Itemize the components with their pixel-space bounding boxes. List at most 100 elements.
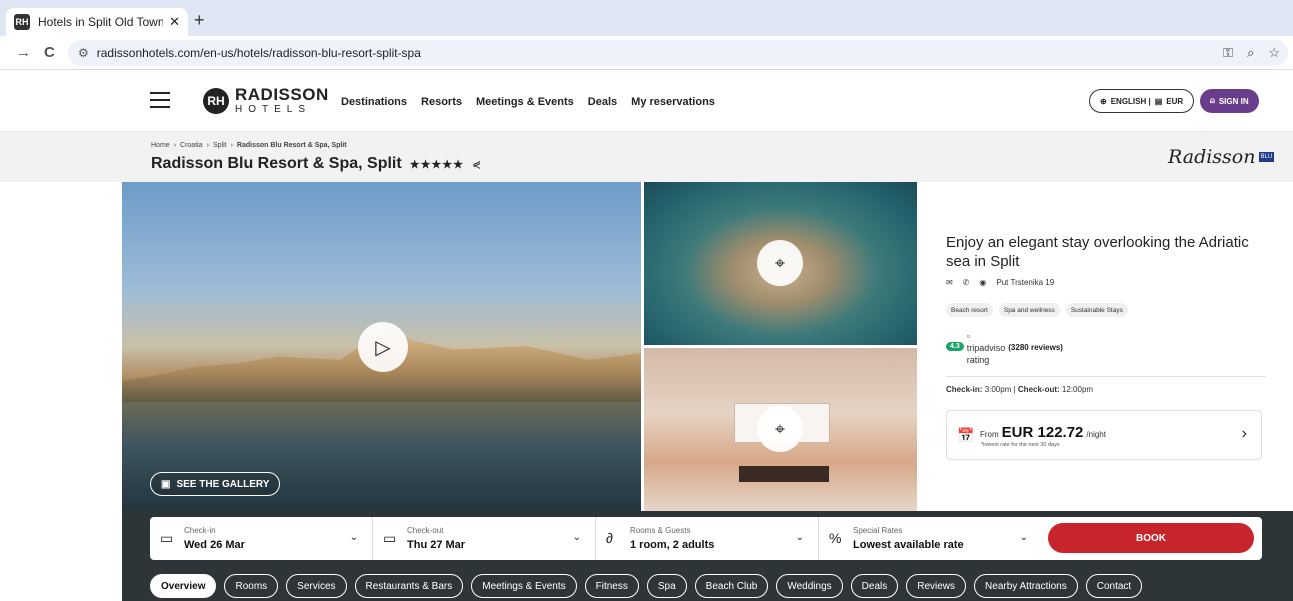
book-button[interactable]: BOOK xyxy=(1048,523,1254,553)
tab-deals[interactable]: Deals xyxy=(850,574,899,598)
chevron-down-icon[interactable]: ⌄ xyxy=(1020,532,1028,543)
globe-icon: ⊕ xyxy=(1100,96,1107,106)
chevron-right-icon[interactable]: › xyxy=(1242,425,1247,443)
virtual-tour-icon[interactable]: ⌖ xyxy=(757,240,803,286)
percent-icon: % xyxy=(829,530,842,546)
tab-restaurants-bars[interactable]: Restaurants & Bars xyxy=(354,574,464,598)
rooms-guests-field[interactable]: ∂ Rooms & Guests 1 room, 2 adults ⌄ xyxy=(596,517,819,560)
tab-contact[interactable]: Contact xyxy=(1085,574,1143,598)
tab-beach-club[interactable]: Beach Club xyxy=(694,574,769,598)
aerial-beach-photo[interactable]: ⌖ xyxy=(644,182,917,345)
crumb-separator: › xyxy=(173,142,177,149)
radisson-hotels-logo[interactable]: RH RADISSON HOTELS xyxy=(203,86,329,115)
brand-badge: BLU xyxy=(1258,152,1275,162)
reload-icon[interactable]: C xyxy=(44,44,55,61)
main-nav: Destinations Resorts Meetings & Events D… xyxy=(341,96,715,108)
favicon-icon: RH xyxy=(14,14,30,30)
email-icon[interactable]: ✉ xyxy=(946,278,953,287)
chevron-down-icon[interactable]: ⌄ xyxy=(573,532,581,543)
virtual-tour-icon[interactable]: ⌖ xyxy=(757,406,803,452)
tripadvisor-image-alt: ▫ tripadviso rating xyxy=(966,331,1006,365)
nav-my-reservations[interactable]: My reservations xyxy=(631,96,715,108)
hotel-address[interactable]: Put Trstenika 19 xyxy=(996,278,1054,287)
price-note: *lowest rate for the next 30 days xyxy=(981,442,1060,448)
contact-row: ✉ ✆ ◉ Put Trstenika 19 xyxy=(946,278,1054,287)
special-rates-label: Special Rates xyxy=(853,526,903,535)
tab-meetings-events[interactable]: Meetings & Events xyxy=(471,574,577,598)
tab-weddings[interactable]: Weddings xyxy=(776,574,843,598)
guests-icon: ∂ xyxy=(606,530,613,546)
logo-mark: RH xyxy=(203,87,229,114)
rating-score: 4.3 xyxy=(946,342,964,351)
checkout-field[interactable]: ▭ Check-out Thu 27 Mar ⌄ xyxy=(373,517,596,560)
phone-icon[interactable]: ✆ xyxy=(963,278,970,287)
nav-destinations[interactable]: Destinations xyxy=(341,96,407,108)
special-rates-value: Lowest available rate xyxy=(853,539,964,551)
crumb-home[interactable]: Home xyxy=(151,142,170,149)
calendar-icon: ▭ xyxy=(383,530,397,546)
hotel-info-panel: Enjoy an elegant stay overlooking the Ad… xyxy=(917,182,1293,511)
tab-fitness[interactable]: Fitness xyxy=(584,574,639,598)
crumb-separator: › xyxy=(230,142,233,149)
site-header: RH RADISSON HOTELS Destinations Resorts … xyxy=(0,70,1293,132)
chevron-down-icon[interactable]: ⌄ xyxy=(350,532,358,543)
chevron-down-icon[interactable]: ⌄ xyxy=(796,532,804,543)
meeting-room-photo[interactable]: ⌖ xyxy=(644,348,917,511)
review-count: (3280 reviews) xyxy=(1008,343,1063,352)
special-rates-field[interactable]: % Special Rates Lowest available rate ⌄ xyxy=(819,517,1042,560)
per-night-label: /night xyxy=(1086,430,1106,439)
checkin-time: 3:00pm xyxy=(984,385,1012,394)
main-hotel-photo[interactable]: ▷ ▣ SEE THE GALLERY xyxy=(122,182,641,511)
nav-meetings-events[interactable]: Meetings & Events xyxy=(476,96,574,108)
price-from-label: From xyxy=(980,430,999,439)
hotel-tags: Beach resort Spa and wellness Sustainabl… xyxy=(946,303,1128,317)
checkin-label: Check-in: xyxy=(946,385,983,394)
tag-chip: Spa and wellness xyxy=(998,303,1060,317)
new-tab-button[interactable]: + xyxy=(194,10,205,31)
hotel-name: Radisson Blu Resort & Spa, Split xyxy=(151,155,402,172)
tripadvisor-rating[interactable]: 4.3 ▫ tripadviso rating (3280 reviews) xyxy=(946,330,1063,366)
hotel-tagline: Enjoy an elegant stay overlooking the Ad… xyxy=(946,234,1249,270)
tab-nearby-attractions[interactable]: Nearby Attractions xyxy=(974,574,1078,598)
booking-bar: ▭ Check-in Wed 26 Mar ⌄ ▭ Check-out Thu … xyxy=(122,511,1293,601)
close-tab-icon[interactable]: ✕ xyxy=(169,14,180,30)
site-settings-icon[interactable]: ⚙ xyxy=(78,46,89,60)
hotel-heading: Home › Croatia › Split › Radisson Blu Re… xyxy=(0,132,1293,182)
crumb-split[interactable]: Split xyxy=(213,142,227,149)
tab-rooms[interactable]: Rooms xyxy=(224,574,279,598)
share-icon[interactable]: ⋞ xyxy=(472,158,481,171)
nav-deals[interactable]: Deals xyxy=(588,96,617,108)
sign-in-button[interactable]: ⍝ SIGN IN xyxy=(1200,89,1259,113)
back-icon[interactable]: → xyxy=(16,44,31,61)
tag-chip: Sustainable Stays xyxy=(1065,303,1128,317)
language-currency-button[interactable]: ⊕ ENGLISH | ▤ EUR xyxy=(1089,89,1195,113)
nav-resorts[interactable]: Resorts xyxy=(421,96,462,108)
tab-reviews[interactable]: Reviews xyxy=(906,574,967,598)
url-text: radissonhotels.com/en-us/hotels/radisson… xyxy=(96,46,421,60)
bookmark-star-icon[interactable]: ☆ xyxy=(1268,45,1280,61)
crumb-current: Radisson Blu Resort & Spa, Split xyxy=(236,142,347,149)
section-nav: Overview Rooms Services Restaurants & Ba… xyxy=(150,574,1143,598)
photo-table xyxy=(739,466,829,482)
address-bar[interactable]: ⚙ radissonhotels.com/en-us/hotels/radiss… xyxy=(68,40,1288,66)
checkin-field[interactable]: ▭ Check-in Wed 26 Mar ⌄ xyxy=(150,517,373,560)
menu-icon[interactable] xyxy=(150,92,170,108)
calendar-icon: 📅 xyxy=(957,427,975,443)
browser-toolbar: → C ⚙ radissonhotels.com/en-us/hotels/ra… xyxy=(0,36,1293,70)
crumb-croatia[interactable]: Croatia xyxy=(180,142,203,149)
price-box[interactable]: 📅 From EUR 122.72 /night *lowest rate fo… xyxy=(946,410,1262,460)
divider xyxy=(946,376,1266,377)
see-gallery-label: SEE THE GALLERY xyxy=(176,478,270,490)
browser-tab[interactable]: RH Hotels in Split Old Town | Radis ✕ xyxy=(6,8,188,36)
tab-overview[interactable]: Overview xyxy=(150,574,217,598)
see-gallery-button[interactable]: ▣ SEE THE GALLERY xyxy=(150,472,281,496)
tab-services[interactable]: Services xyxy=(286,574,347,598)
tab-spa[interactable]: Spa xyxy=(646,574,687,598)
brand-script: Radisson xyxy=(1168,146,1256,168)
play-video-icon[interactable]: ▷ xyxy=(358,322,408,372)
zoom-icon[interactable]: ⌕ xyxy=(1247,45,1254,61)
checkout-label: Check-out xyxy=(407,526,444,535)
tag-chip: Beach resort xyxy=(946,303,993,317)
key-icon[interactable]: ⚿ xyxy=(1223,45,1233,61)
tab-title: Hotels in Split Old Town | Radis xyxy=(38,15,164,29)
